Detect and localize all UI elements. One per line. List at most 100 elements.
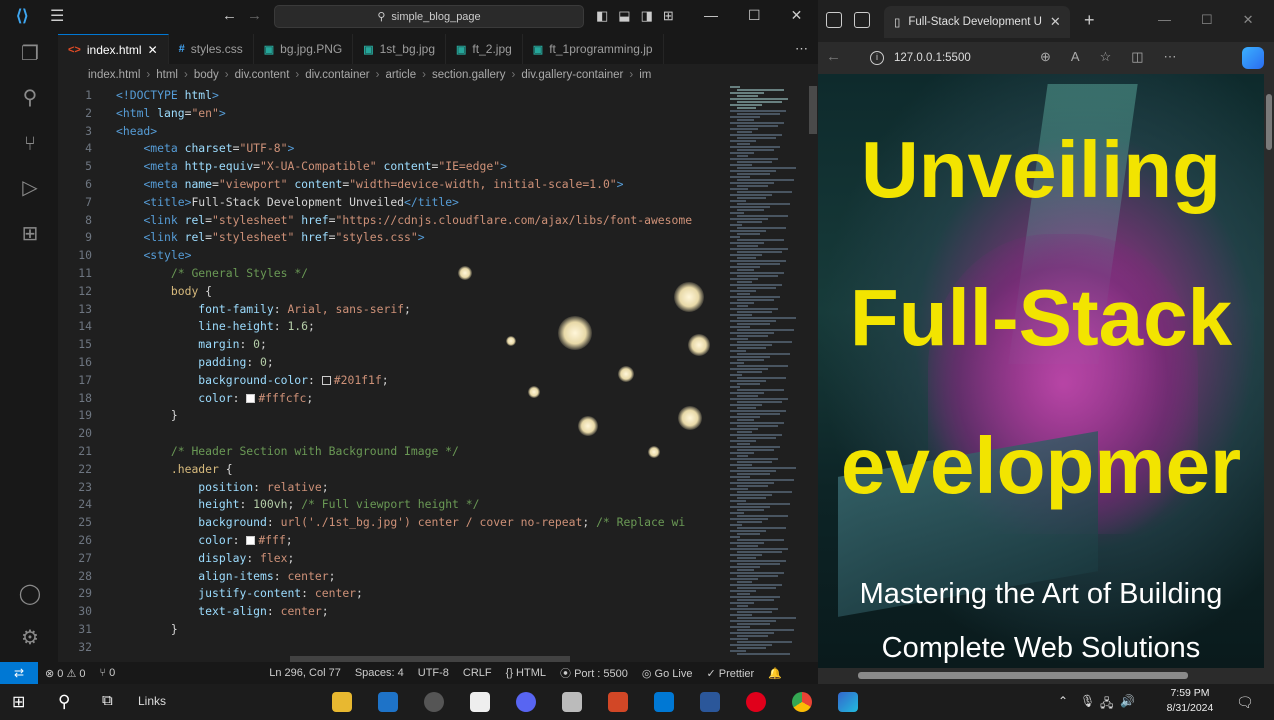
more-options-icon[interactable]: ⋯ [1164, 49, 1177, 65]
copilot-icon[interactable] [1242, 47, 1264, 69]
discord-icon[interactable] [516, 692, 536, 712]
extensions-icon[interactable]: ⊞ [18, 222, 42, 246]
word-icon[interactable] [700, 692, 720, 712]
code-line[interactable]: 13 font-family: Arial, sans-serif; [58, 300, 720, 318]
scrollbar-thumb[interactable] [858, 672, 1188, 679]
problems-count[interactable]: ⊗ 0 ⚠ 0 [38, 667, 92, 680]
tab-bg-jpg-png[interactable]: ▣ bg.jpg.PNG [254, 34, 354, 64]
command-center-search[interactable]: ⚲ simple_blog_page [274, 5, 584, 28]
opera-icon[interactable] [746, 692, 766, 712]
tab-styles-css[interactable]: # styles.css [169, 34, 254, 64]
toggle-secondary-sidebar-icon[interactable]: ◨ [641, 8, 653, 24]
scrollbar-thumb[interactable] [1266, 94, 1272, 150]
code-line[interactable]: 3 <head> [58, 122, 720, 140]
close-icon[interactable]: ✕ [791, 7, 803, 24]
scrollbar-thumb[interactable] [809, 86, 817, 134]
page-horizontal-scrollbar[interactable] [818, 668, 1274, 684]
breadcrumb-item[interactable]: html [156, 69, 178, 81]
code-line[interactable]: 21 /* Header Section with Background Ima… [58, 442, 720, 460]
code-line[interactable]: 29 justify-content: center; [58, 584, 720, 602]
read-aloud-icon[interactable]: A [1071, 49, 1080, 65]
favorite-star-icon[interactable]: ☆ [1100, 49, 1112, 65]
code-line[interactable]: 14 line-height: 1.6; [58, 317, 720, 335]
split-screen-icon[interactable]: ◫ [1131, 49, 1143, 65]
code-line[interactable]: 32 [58, 638, 720, 656]
search-icon[interactable]: ⚲ [18, 86, 42, 110]
app-icon[interactable] [424, 692, 444, 712]
tab-ft-2-jpg[interactable]: ▣ ft_2.jpg [446, 34, 523, 64]
ports-count[interactable]: ⑂ 0 [92, 667, 122, 679]
code-line[interactable]: 24 height: 100vh; /* Full viewport heigh… [58, 495, 720, 513]
code-line[interactable]: 27 display: flex; [58, 549, 720, 567]
new-tab-icon[interactable]: + [1084, 10, 1095, 31]
notifications-bell-icon[interactable]: 🔔 [761, 667, 789, 680]
file-explorer-icon[interactable] [332, 692, 352, 712]
code-line[interactable]: 10 <style> [58, 246, 720, 264]
back-arrow-icon[interactable]: ← [826, 48, 841, 65]
language-mode[interactable]: {} HTML [499, 667, 553, 679]
code-line[interactable]: 7 <title>Full-Stack Development Unveiled… [58, 193, 720, 211]
indentation[interactable]: Spaces: 4 [348, 667, 411, 679]
code-line[interactable]: 17 background-color: #201f1f; [58, 371, 720, 389]
breadcrumb-item[interactable]: im [639, 69, 651, 81]
vscode-logo-icon[interactable]: ⟨⟩ [16, 8, 34, 26]
code-line[interactable]: 25 background: url('./1st_bg.jpg') cente… [58, 513, 720, 531]
edge-icon[interactable] [838, 692, 858, 712]
task-view-icon[interactable]: ⧉ [102, 692, 122, 712]
remote-indicator-icon[interactable]: ⇄ [0, 662, 38, 684]
breadcrumb-item[interactable]: div.content [235, 69, 290, 81]
code-line[interactable]: 5 <meta http-equiv="X-UA-Compatible" con… [58, 157, 720, 175]
notification-center-icon[interactable]: 🗨 [1236, 694, 1254, 711]
volume-icon[interactable]: 🔊 [1120, 694, 1135, 708]
links-toolbar[interactable]: Links [138, 694, 166, 708]
minimize-icon[interactable]: — [704, 7, 718, 24]
run-debug-icon[interactable]: ▷ [18, 176, 42, 200]
code-line[interactable]: 2 <html lang="en"> [58, 104, 720, 122]
toggle-panel-icon[interactable]: ⬓ [618, 8, 630, 24]
back-arrow-icon[interactable]: ← [222, 7, 237, 24]
code-line[interactable]: 18 color: #fffcfc; [58, 389, 720, 407]
live-server-port[interactable]: ⦿ Port : 5500 [553, 665, 635, 681]
hamburger-menu-icon[interactable]: ☰ [50, 8, 68, 26]
color-swatch[interactable] [246, 393, 256, 403]
explorer-icon[interactable]: ❐ [18, 42, 42, 66]
code-line[interactable]: 19 } [58, 406, 720, 424]
code-line[interactable]: 11 /* General Styles */ [58, 264, 720, 282]
prettier-status[interactable]: ✓ Prettier [699, 667, 761, 680]
color-swatch[interactable] [246, 536, 256, 545]
code-line[interactable]: 1 <!DOCTYPE html> [58, 86, 720, 104]
go-live-button[interactable]: ◎ Go Live [635, 667, 700, 680]
breadcrumb-item[interactable]: body [194, 69, 219, 81]
minimize-icon[interactable]: — [1158, 12, 1171, 28]
code-line[interactable]: 23 position: relative; [58, 478, 720, 496]
customize-layout-icon[interactable]: ⊞ [663, 8, 674, 24]
code-line[interactable]: 31 } [58, 620, 720, 638]
code-line[interactable]: 12 body { [58, 282, 720, 300]
code-line[interactable]: 15 margin: 0; [58, 335, 720, 353]
tab-ft-1programming-jp[interactable]: ▣ ft_1programming.jp [523, 34, 664, 64]
close-tab-icon[interactable]: ✕ [1050, 14, 1061, 30]
microphone-icon[interactable]: 🎙 [1080, 694, 1095, 708]
network-icon[interactable]: 🖧 [1100, 694, 1113, 715]
close-icon[interactable]: ✕ [1243, 12, 1254, 28]
code-line[interactable]: 6 <meta name="viewport" content="width=d… [58, 175, 720, 193]
account-icon[interactable]: ◯ [18, 582, 42, 606]
breadcrumb-item[interactable]: div.gallery-container [521, 69, 623, 81]
color-swatch[interactable] [321, 375, 331, 385]
code-line[interactable]: 22 .header { [58, 460, 720, 478]
code-line[interactable]: 28 align-items: center; [58, 567, 720, 585]
code-line[interactable]: 8 <link rel="stylesheet" href="https://c… [58, 211, 720, 229]
maximize-icon[interactable]: ☐ [748, 7, 761, 24]
code-editor[interactable]: 1 <!DOCTYPE html> 2 <html lang="en"> 3 <head>… [58, 86, 720, 656]
code-line[interactable]: 4 <meta charset="UTF-8"> [58, 139, 720, 157]
app-icon[interactable] [470, 692, 490, 712]
editor-vertical-scrollbar[interactable] [808, 86, 818, 656]
more-actions-icon[interactable]: ⋯ [785, 41, 818, 57]
taskbar-search-icon[interactable]: ⚲ [58, 692, 78, 712]
browser-tab-active[interactable]: ▯ Full-Stack Development U ✕ [884, 6, 1070, 38]
cursor-position[interactable]: Ln 296, Col 77 [262, 667, 348, 679]
code-line[interactable]: 20 [58, 424, 720, 442]
tab-actions-icon[interactable] [854, 12, 870, 28]
site-info-icon[interactable]: i [870, 51, 884, 65]
workspaces-icon[interactable] [826, 12, 842, 28]
